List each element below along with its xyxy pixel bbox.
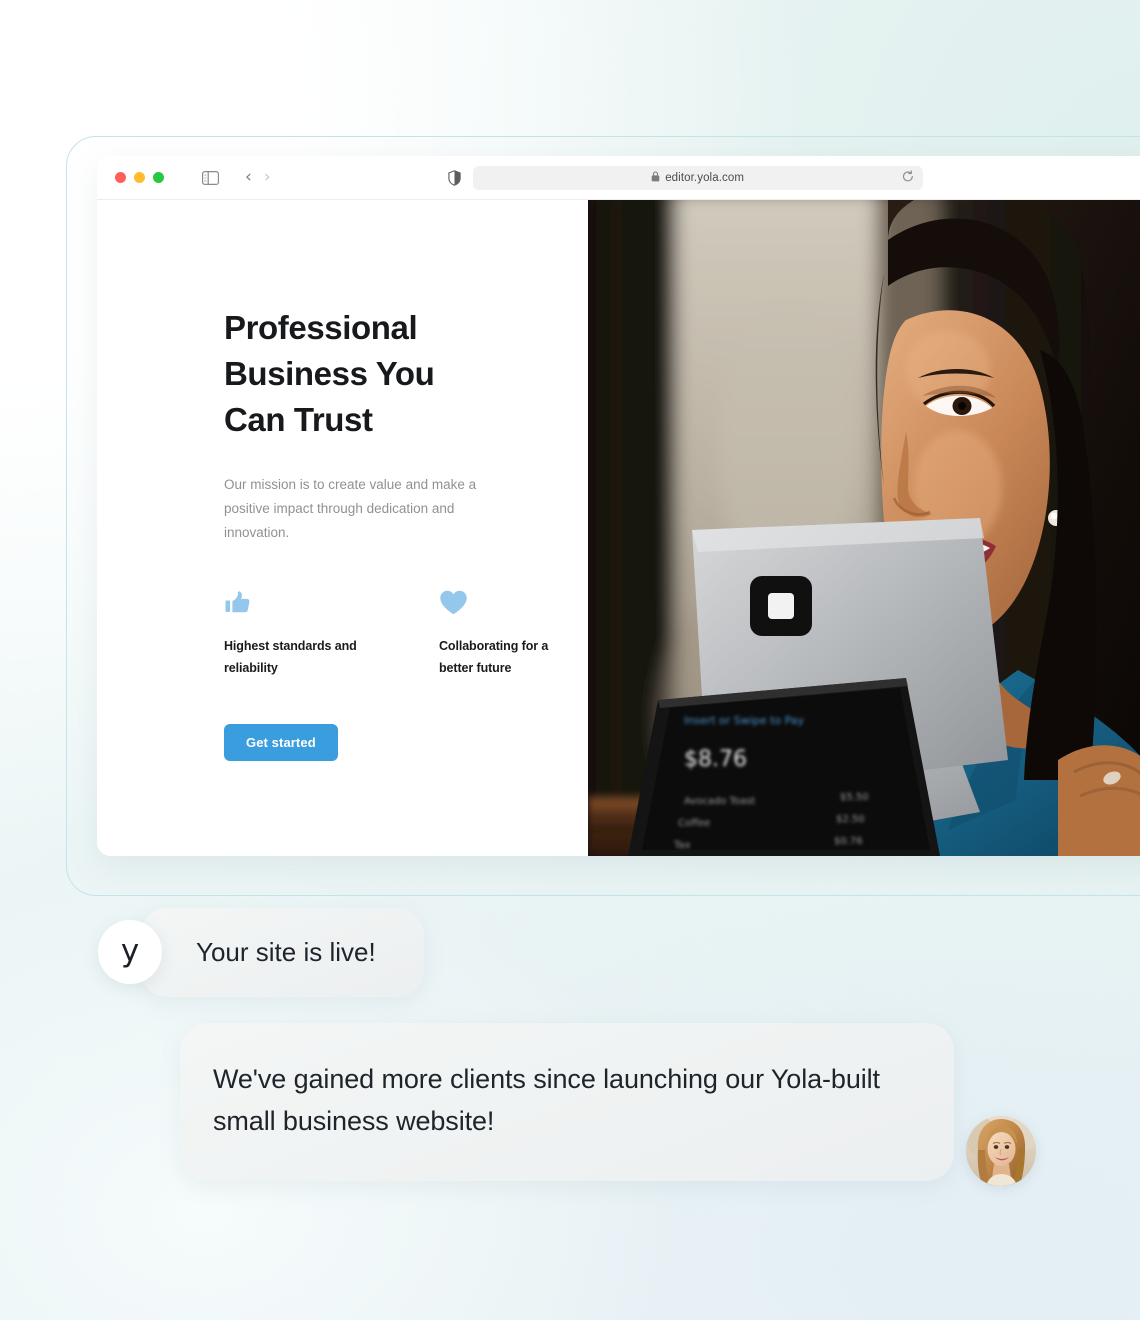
get-started-button[interactable]: Get started bbox=[224, 724, 338, 762]
page-title: Professional Business You Can Trust bbox=[224, 309, 435, 439]
svg-text:$5.50: $5.50 bbox=[840, 792, 869, 803]
svg-text:$2.50: $2.50 bbox=[836, 814, 865, 825]
chat-text: We've gained more clients since launchin… bbox=[213, 1064, 880, 1136]
chat-message-row: y Your site is live! bbox=[98, 908, 424, 997]
svg-text:$8.76: $8.76 bbox=[684, 747, 747, 772]
client-avatar bbox=[966, 1115, 1036, 1186]
feature-label: Highest standards and reliability bbox=[224, 639, 357, 676]
lock-icon bbox=[651, 170, 660, 185]
address-bar[interactable]: editor.yola.com bbox=[472, 165, 923, 190]
chat-message-row: We've gained more clients since launchin… bbox=[180, 1023, 1036, 1186]
hero-subtitle: Our mission is to create value and make … bbox=[224, 476, 477, 541]
feature-label: Collaborating for a better future bbox=[439, 639, 549, 676]
chat-text: Your site is live! bbox=[196, 937, 376, 967]
browser-window: ‹ › editor.yola.com Professional Busines… bbox=[97, 156, 1140, 856]
chevron-left-icon[interactable]: ‹ bbox=[245, 169, 252, 186]
chevron-right-icon[interactable]: › bbox=[264, 169, 271, 186]
feature-item: Collaborating for a better future bbox=[439, 589, 579, 680]
svg-text:Coffee: Coffee bbox=[678, 818, 710, 829]
sidebar-toggle-icon[interactable] bbox=[202, 170, 219, 185]
privacy-shield-icon[interactable] bbox=[447, 169, 461, 186]
thumbs-up-icon bbox=[224, 589, 364, 619]
yola-logo-mark: y bbox=[120, 932, 140, 969]
window-controls bbox=[115, 172, 164, 183]
feature-item: Highest standards and reliability bbox=[224, 589, 364, 680]
reload-icon[interactable] bbox=[902, 169, 914, 186]
client-avatar-art bbox=[966, 1115, 1036, 1186]
svg-text:Tax: Tax bbox=[673, 840, 691, 851]
svg-text:$0.76: $0.76 bbox=[834, 836, 863, 847]
chat-bubble-yola: Your site is live! bbox=[140, 908, 424, 997]
hero-photo-art: Insert or Swipe to Pay $8.76 Avocado Toa… bbox=[588, 200, 1140, 856]
yola-logo-avatar: y bbox=[98, 920, 162, 985]
feature-list: Highest standards and reliability Collab… bbox=[224, 589, 588, 680]
svg-text:Insert or Swipe to Pay: Insert or Swipe to Pay bbox=[684, 714, 804, 727]
browser-toolbar: ‹ › editor.yola.com bbox=[97, 156, 1140, 200]
maximize-button[interactable] bbox=[153, 172, 164, 183]
chat-bubble-client: We've gained more clients since launchin… bbox=[180, 1023, 954, 1181]
url-text: editor.yola.com bbox=[665, 171, 745, 184]
website-preview: Professional Business You Can Trust Our … bbox=[97, 200, 1140, 856]
navigation-arrows: ‹ › bbox=[245, 169, 271, 186]
heart-icon bbox=[439, 589, 579, 619]
svg-text:Avocado Toast: Avocado Toast bbox=[684, 796, 755, 807]
minimize-button[interactable] bbox=[134, 172, 145, 183]
hero-photo: Insert or Swipe to Pay $8.76 Avocado Toa… bbox=[588, 200, 1140, 856]
hero-text-column: Professional Business You Can Trust Our … bbox=[97, 200, 588, 856]
close-button[interactable] bbox=[115, 172, 126, 183]
